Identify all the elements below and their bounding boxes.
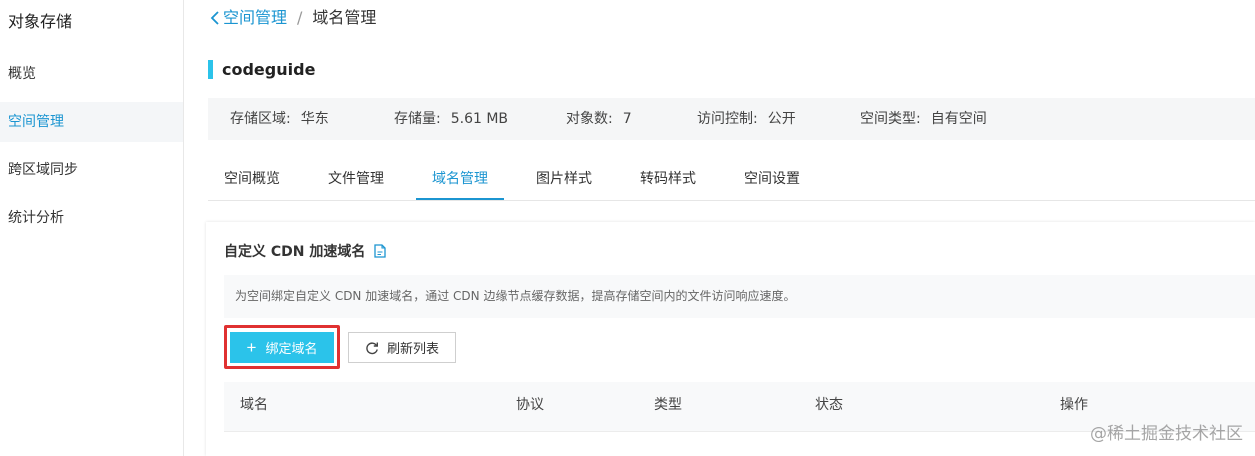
tab-bucket-overview[interactable]: 空间概览: [208, 160, 296, 200]
info-objects-label: 对象数:: [566, 111, 613, 127]
sidebar-item-statistics[interactable]: 统计分析: [0, 198, 183, 238]
column-header-domain[interactable]: 域名: [240, 382, 268, 429]
info-region-label: 存储区域:: [230, 111, 291, 127]
info-type-label: 空间类型:: [860, 111, 921, 127]
bind-domain-button[interactable]: + 绑定域名: [230, 332, 334, 363]
tab-image-styles[interactable]: 图片样式: [520, 160, 608, 200]
info-type: 空间类型: 自有空间: [860, 98, 987, 140]
refresh-list-label: 刷新列表: [386, 341, 439, 356]
breadcrumb-back-link[interactable]: 空间管理: [210, 8, 287, 28]
sidebar-title: 对象存储: [8, 12, 73, 31]
tab-file-management[interactable]: 文件管理: [312, 160, 400, 200]
watermark: @稀土掘金技术社区: [1090, 424, 1243, 444]
info-objects: 对象数: 7: [566, 98, 632, 140]
column-header-type[interactable]: 类型: [654, 382, 682, 429]
tab-bucket-settings[interactable]: 空间设置: [728, 160, 816, 200]
info-objects-value: 7: [622, 111, 632, 127]
tab-bar: 空间概览 文件管理 域名管理 图片样式 转码样式 空间设置: [208, 160, 1255, 201]
info-tip: 为空间绑定自定义 CDN 加速域名，通过 CDN 边缘节点缓存数据，提高存储空间…: [224, 275, 1255, 318]
breadcrumb: 空间管理 / 域名管理: [210, 8, 376, 28]
panel-title-text: 自定义 CDN 加速域名: [224, 244, 366, 260]
panel-title: 自定义 CDN 加速域名: [224, 241, 387, 261]
chevron-left-icon: [210, 11, 219, 25]
breadcrumb-current: 域名管理: [312, 8, 377, 27]
column-header-actions[interactable]: 操作: [1060, 382, 1088, 429]
breadcrumb-separator: /: [297, 8, 303, 27]
tab-transcode-styles[interactable]: 转码样式: [624, 160, 712, 200]
refresh-list-button[interactable]: 刷新列表: [348, 332, 456, 363]
column-header-status[interactable]: 状态: [815, 382, 843, 429]
document-icon[interactable]: [374, 244, 387, 258]
bucket-title: codeguide: [208, 60, 315, 79]
tab-domain-management[interactable]: 域名管理: [416, 160, 504, 200]
info-region: 存储区域: 华东: [230, 98, 329, 140]
info-access: 访问控制: 公开: [697, 98, 796, 140]
plus-icon: +: [246, 338, 257, 357]
info-access-value: 公开: [767, 111, 796, 127]
info-storage-label: 存储量:: [394, 111, 441, 127]
sidebar-item-bucket-management[interactable]: 空间管理: [0, 102, 183, 142]
title-accent-bar: [208, 60, 213, 79]
sidebar-item-overview[interactable]: 概览: [0, 54, 183, 94]
bind-domain-label: 绑定域名: [265, 341, 318, 356]
info-type-value: 自有空间: [930, 111, 987, 127]
info-access-label: 访问控制:: [697, 111, 758, 127]
sidebar: 对象存储 概览 空间管理 跨区域同步 统计分析: [0, 0, 184, 456]
bucket-name: codeguide: [222, 60, 316, 79]
main-content: 空间管理 / 域名管理 codeguide 存储区域: 华东 存储量: 5.61 M…: [184, 0, 1255, 456]
sidebar-item-cross-region-sync[interactable]: 跨区域同步: [0, 150, 183, 190]
info-storage: 存储量: 5.61 MB: [394, 98, 508, 140]
info-region-value: 华东: [300, 111, 329, 127]
bucket-info-bar: 存储区域: 华东 存储量: 5.61 MB 对象数: 7 访问控制: 公开 空间类型: 自…: [208, 98, 1255, 140]
breadcrumb-back-label: 空间管理: [223, 8, 288, 27]
info-storage-value: 5.61 MB: [450, 111, 509, 127]
column-header-protocol[interactable]: 协议: [516, 382, 544, 429]
refresh-icon: [366, 341, 378, 354]
